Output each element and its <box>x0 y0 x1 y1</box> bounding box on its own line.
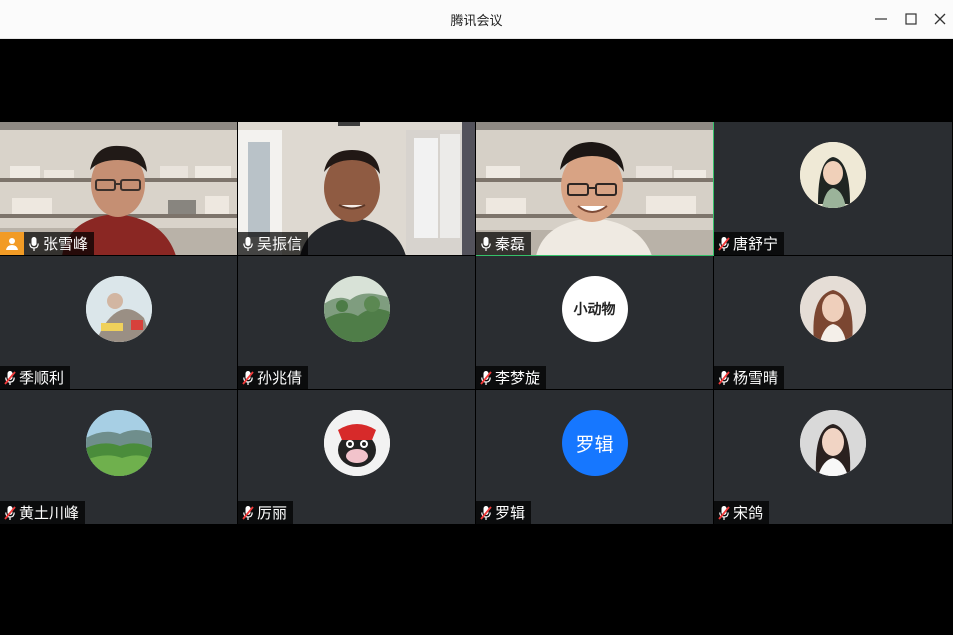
participant-tile[interactable]: 孙兆倩 <box>238 256 476 390</box>
minimize-button[interactable] <box>870 8 892 30</box>
participant-avatar <box>800 410 866 476</box>
painting-icon <box>85 276 152 342</box>
participant-name-tag: 黄土川峰 <box>0 501 86 524</box>
illustrated-woman-icon <box>800 142 866 208</box>
participant-name: 唐舒宁 <box>733 235 779 253</box>
participant-tile[interactable]: 罗辑 罗辑 <box>476 390 714 525</box>
microphone-muted-icon <box>3 505 17 521</box>
host-icon <box>6 237 18 250</box>
microphone-muted-icon <box>479 370 493 386</box>
woman-photo-icon <box>800 276 866 342</box>
participant-avatar: 小动物 <box>561 276 628 342</box>
participant-name-tag: 李梦旋 <box>476 366 547 389</box>
girl-photo-icon <box>800 410 866 476</box>
window-title: 腾讯会议 <box>450 14 503 29</box>
participant-avatar <box>800 142 866 208</box>
microphone-icon <box>479 236 493 252</box>
host-badge <box>0 232 24 255</box>
meeting-stage: 张雪峰 吴振信 秦磊 唐舒宁 季顺利 孙兆倩 小动物 李梦旋 杨雪晴 黄土川峰 … <box>0 39 953 635</box>
microphone-muted-icon <box>717 370 731 386</box>
microphone-muted-icon <box>717 505 731 521</box>
participant-avatar <box>85 276 152 342</box>
participant-name-tag: 张雪峰 <box>24 232 95 255</box>
microphone-muted-icon <box>3 370 17 386</box>
participant-name: 罗辑 <box>495 504 526 522</box>
microphone-muted-icon <box>479 505 493 521</box>
participant-tile[interactable]: 小动物 李梦旋 <box>476 256 714 390</box>
green-hills-icon <box>85 410 152 476</box>
participant-avatar <box>323 410 390 476</box>
participant-tile[interactable]: 吴振信 <box>238 122 476 256</box>
participant-name-tag: 罗辑 <box>476 501 532 524</box>
participant-grid: 张雪峰 吴振信 秦磊 唐舒宁 季顺利 孙兆倩 小动物 李梦旋 杨雪晴 黄土川峰 … <box>0 122 953 525</box>
participant-name: 秦磊 <box>495 235 526 253</box>
minimize-icon <box>875 18 887 20</box>
participant-tile[interactable]: 唐舒宁 <box>714 122 953 256</box>
microphone-muted-icon <box>241 370 255 386</box>
participant-name-tag: 厉丽 <box>238 501 294 524</box>
participant-name: 张雪峰 <box>43 235 89 253</box>
participant-name-tag: 杨雪晴 <box>714 366 785 389</box>
participant-tile[interactable]: 张雪峰 <box>0 122 238 256</box>
participant-name-tag: 孙兆倩 <box>238 366 309 389</box>
participant-avatar <box>800 276 866 342</box>
participant-name: 孙兆倩 <box>257 369 303 387</box>
microphone-muted-icon <box>241 505 255 521</box>
participant-avatar <box>323 276 390 342</box>
landscape-icon <box>323 276 390 342</box>
participant-avatar <box>85 410 152 476</box>
participant-name: 黄土川峰 <box>19 504 80 522</box>
microphone-muted-icon <box>717 236 731 252</box>
close-icon <box>934 13 946 25</box>
participant-name: 宋鸽 <box>733 504 764 522</box>
participant-tile[interactable]: 季顺利 <box>0 256 238 390</box>
participant-name: 吴振信 <box>257 235 303 253</box>
cartoon-ox-icon <box>323 410 390 476</box>
participant-name-tag: 吴振信 <box>238 232 309 255</box>
avatar-text: 小动物 <box>573 302 616 318</box>
participant-name-tag: 唐舒宁 <box>714 232 785 255</box>
participant-avatar: 罗辑 <box>561 410 628 476</box>
close-button[interactable] <box>929 8 951 30</box>
participant-name: 季顺利 <box>19 369 65 387</box>
maximize-button[interactable] <box>900 8 922 30</box>
participant-tile[interactable]: 杨雪晴 <box>714 256 953 390</box>
maximize-icon <box>905 13 917 25</box>
participant-tile-active-speaker[interactable]: 秦磊 <box>476 122 714 256</box>
avatar-text: 罗辑 <box>575 433 614 456</box>
participant-name: 厉丽 <box>257 504 288 522</box>
participant-name-tag: 季顺利 <box>0 366 71 389</box>
participant-tile[interactable]: 厉丽 <box>238 390 476 525</box>
participant-name-tag: 秦磊 <box>476 232 532 255</box>
participant-name: 李梦旋 <box>495 369 541 387</box>
microphone-icon <box>241 236 255 252</box>
participant-tile[interactable]: 黄土川峰 <box>0 390 238 525</box>
participant-tile[interactable]: 宋鸽 <box>714 390 953 525</box>
title-bar: 腾讯会议 <box>0 0 953 39</box>
participant-name-tag: 宋鸽 <box>714 501 770 524</box>
participant-name: 杨雪晴 <box>733 369 779 387</box>
microphone-icon <box>27 236 41 252</box>
